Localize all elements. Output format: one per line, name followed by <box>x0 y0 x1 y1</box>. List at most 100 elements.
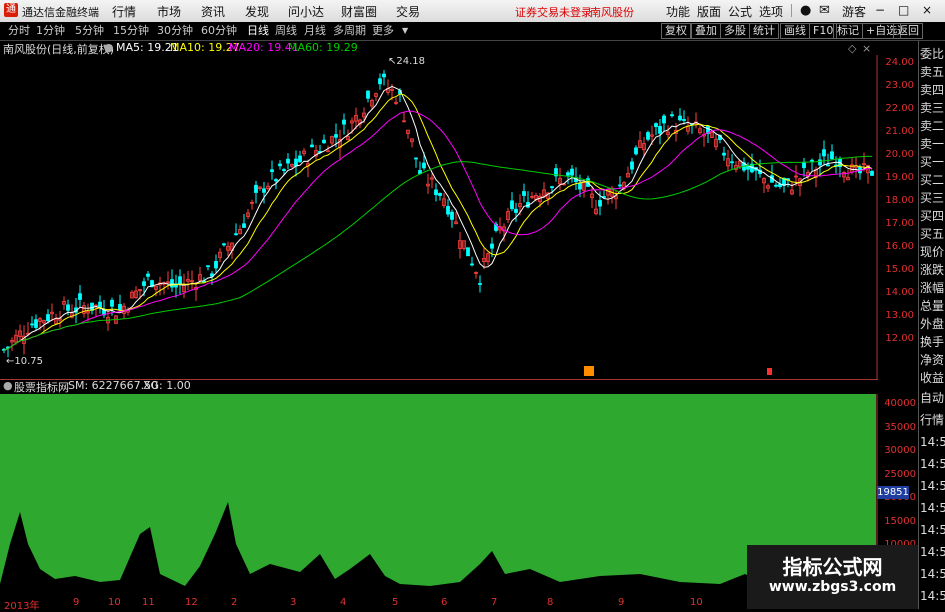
mark-button[interactable]: 标记 <box>833 23 863 39</box>
sidebar-item[interactable]: 总量 <box>920 297 945 315</box>
candle <box>498 217 502 234</box>
sidebar-item[interactable]: 涨幅 <box>920 279 945 297</box>
sidebar-item[interactable]: 卖五 <box>920 63 945 81</box>
close-panel-icon[interactable]: × <box>862 42 871 55</box>
candle <box>366 90 370 103</box>
tick-time-item: 14:50 <box>920 523 945 537</box>
quote-sidebar: 委比 卖五 卖四 卖三 卖二 卖一 买一 买二 买三 买四 买五 现价 涨跌 涨幅 总量 外盘 换手 净资 收益 <box>918 41 945 386</box>
tick-time-item: 14:50 <box>920 479 945 493</box>
sidebar-item[interactable]: 买五 <box>920 225 945 243</box>
sidebar-item[interactable]: 卖四 <box>920 81 945 99</box>
tab-monthly[interactable]: 月线 <box>302 23 328 39</box>
menu-caifuquan[interactable]: 财富圈 <box>341 3 377 20</box>
tab-multi-period[interactable]: 多周期 <box>331 23 368 39</box>
event-marker-icon[interactable] <box>767 368 772 375</box>
candle <box>558 167 562 191</box>
sidebar-item[interactable]: 买四 <box>920 207 945 225</box>
candle <box>450 209 454 228</box>
info-dot-icon[interactable]: ● <box>104 41 114 54</box>
draw-line-button[interactable]: 画线 <box>780 23 810 39</box>
fuquan-button[interactable]: 复权 <box>661 23 691 39</box>
message-icon[interactable]: ✉ <box>819 3 830 18</box>
app-title: 通达信金融终端 <box>22 6 99 19</box>
candle <box>58 310 62 328</box>
candle <box>830 144 834 160</box>
candle <box>414 157 418 168</box>
price-tick: 21.00 <box>885 126 914 137</box>
tab-1min[interactable]: 1分钟 <box>34 23 67 39</box>
menu-zixun[interactable]: 资讯 <box>201 3 225 20</box>
login-warning[interactable]: 证券交易未登录 <box>515 4 592 20</box>
back-button[interactable]: 返回 <box>893 23 923 39</box>
sidebar-item[interactable]: 卖三 <box>920 99 945 117</box>
sidebar-item[interactable]: 涨跌 <box>920 261 945 279</box>
tab-15min[interactable]: 15分钟 <box>111 23 151 39</box>
sidebar-item[interactable]: 买一 <box>920 153 945 171</box>
menu-shichang[interactable]: 市场 <box>157 3 181 20</box>
tab-daily[interactable]: 日线 <box>245 23 271 39</box>
diamond-icon[interactable]: ◇ <box>848 42 856 55</box>
sidebar-item[interactable]: 买三 <box>920 189 945 207</box>
candle <box>634 145 638 156</box>
tab-60min[interactable]: 60分钟 <box>199 23 239 39</box>
event-marker-icon[interactable] <box>584 366 594 376</box>
candle <box>166 271 170 290</box>
candle <box>730 153 734 169</box>
tick-sidebar: 自动行情 14:50 14:50 14:50 14:50 14:50 14:50 14:50 1… <box>918 386 945 609</box>
indicator-dot-icon[interactable]: ● <box>3 379 13 392</box>
tab-weekly[interactable]: 周线 <box>273 23 299 39</box>
candle <box>798 177 802 197</box>
sidebar-item[interactable]: 卖二 <box>920 117 945 135</box>
close-icon[interactable]: × <box>922 3 932 17</box>
candle <box>298 150 302 163</box>
sidebar-item[interactable]: 委比 <box>920 45 945 63</box>
date-tick: 6 <box>441 597 448 608</box>
date-tick: 2 <box>231 597 238 608</box>
date-tick: 3 <box>290 597 297 608</box>
menu-gongneng[interactable]: 功能 <box>666 3 690 20</box>
sidebar-item[interactable]: 卖一 <box>920 135 945 153</box>
minimize-icon[interactable]: − <box>875 3 885 17</box>
tab-30min[interactable]: 30分钟 <box>155 23 195 39</box>
tick-time-item: 14:50 <box>920 545 945 559</box>
menu-xuanxiang[interactable]: 选项 <box>759 3 783 20</box>
sidebar-item[interactable]: 现价 <box>920 243 945 261</box>
sidebar-item[interactable]: 外盘 <box>920 315 945 333</box>
stats-button[interactable]: 统计 <box>749 23 779 39</box>
menu-banmian[interactable]: 版面 <box>697 3 721 20</box>
kline-chart[interactable] <box>0 55 878 380</box>
candle <box>130 290 134 299</box>
candle <box>762 177 766 193</box>
candle <box>662 113 666 132</box>
candle <box>10 337 14 351</box>
overlay-button[interactable]: 叠加 <box>691 23 721 39</box>
candle <box>382 70 386 86</box>
menu-wenxiaoda[interactable]: 问小达 <box>288 3 324 20</box>
menu-gongshi[interactable]: 公式 <box>728 3 752 20</box>
sidebar-item[interactable]: 收益 <box>920 369 945 387</box>
menu-hangqing[interactable]: 行情 <box>112 3 136 20</box>
more-arrow-icon[interactable]: ▼ <box>400 23 410 39</box>
date-tick: 7 <box>491 597 498 608</box>
user-icon[interactable]: ● <box>800 3 811 18</box>
multi-stock-button[interactable]: 多股 <box>720 23 750 39</box>
menu-jiaoyi[interactable]: 交易 <box>396 3 420 20</box>
candle <box>742 157 746 173</box>
menu-faxian[interactable]: 发现 <box>245 3 269 20</box>
sidebar-item[interactable]: 净资 <box>920 351 945 369</box>
tab-more[interactable]: 更多 <box>370 23 396 39</box>
maximize-icon[interactable]: □ <box>898 3 909 17</box>
indicator-name[interactable]: 股票指标网 <box>14 379 69 395</box>
candle <box>278 160 282 170</box>
sidebar-item[interactable]: 买二 <box>920 171 945 189</box>
tab-5min[interactable]: 5分钟 <box>73 23 106 39</box>
candle <box>522 183 526 203</box>
tab-fenshi[interactable]: 分时 <box>6 23 32 39</box>
ma60-line <box>3 155 873 351</box>
high-price-label: ↖24.18 <box>388 56 426 67</box>
candle <box>774 182 778 188</box>
guest-label[interactable]: 游客 <box>842 3 866 20</box>
sidebar-item[interactable]: 换手 <box>920 333 945 351</box>
candle <box>254 180 258 204</box>
candle <box>666 125 670 139</box>
